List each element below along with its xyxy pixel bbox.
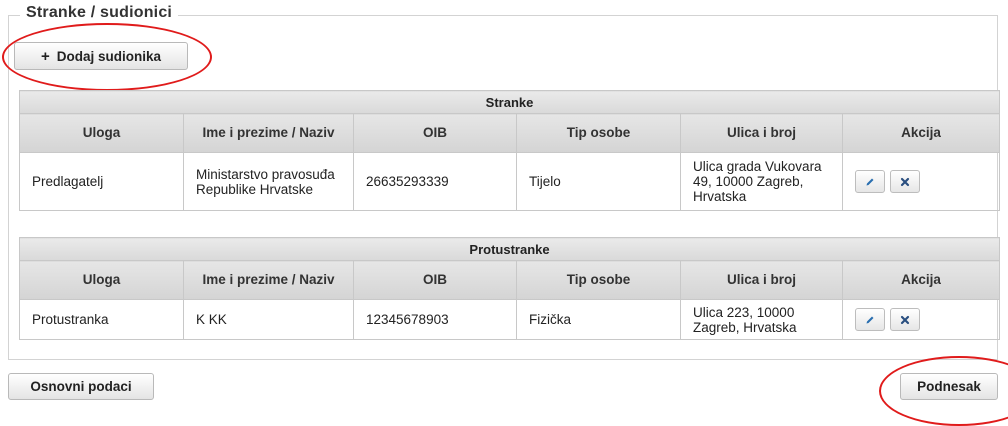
cell-oib: 26635293339	[353, 152, 517, 211]
cell-akcija	[841, 299, 1001, 340]
protustranke-title: Protustranke	[18, 237, 1001, 261]
pencil-icon	[866, 316, 874, 323]
cell-uloga: Protustranka	[19, 299, 184, 340]
edit-button[interactable]	[855, 308, 885, 331]
col-header-akcija: Akcija	[841, 260, 1001, 300]
submission-label: Podnesak	[917, 379, 981, 394]
cell-naziv: K KK	[183, 299, 354, 340]
table-row: Protustranka K KK 12345678903 Fizička Ul…	[19, 299, 1001, 340]
protustranke-header-row: Uloga Ime i prezime / Naziv OIB Tip osob…	[19, 260, 1001, 300]
cell-akcija	[841, 152, 1001, 211]
submission-button[interactable]: Podnesak	[900, 373, 998, 400]
col-header-naziv: Ime i prezime / Naziv	[183, 113, 354, 153]
protustranke-table: Protustranke Uloga Ime i prezime / Naziv…	[18, 237, 1001, 340]
cell-naziv: Ministarstvo pravosuđa Republike Hrvatsk…	[183, 152, 354, 211]
cell-tip: Fizička	[516, 299, 681, 340]
basic-data-label: Osnovni podaci	[30, 379, 132, 394]
section-legend: Stranke / sudionici	[20, 4, 179, 22]
cell-uloga: Predlagatelj	[19, 152, 184, 211]
table-row: Predlagatelj Ministarstvo pravosuđa Repu…	[19, 152, 1001, 211]
basic-data-button[interactable]: Osnovni podaci	[8, 373, 154, 400]
col-header-tip: Tip osobe	[516, 260, 681, 300]
add-participant-label: Dodaj sudionika	[56, 48, 162, 64]
cell-oib: 12345678903	[353, 299, 517, 340]
col-header-akcija: Akcija	[841, 113, 1001, 153]
delete-button[interactable]	[890, 308, 920, 331]
col-header-uloga: Uloga	[19, 113, 184, 153]
pencil-icon	[866, 178, 874, 185]
x-icon	[900, 315, 910, 324]
col-header-oib: OIB	[353, 113, 517, 153]
delete-button[interactable]	[890, 170, 920, 193]
stranke-header-row: Uloga Ime i prezime / Naziv OIB Tip osob…	[19, 113, 1001, 153]
col-header-oib: OIB	[353, 260, 517, 300]
col-header-adresa: Ulica i broj	[680, 260, 843, 300]
stranke-title: Stranke	[18, 90, 1001, 114]
stranke-table: Stranke Uloga Ime i prezime / Naziv OIB …	[18, 90, 1001, 211]
add-participant-button[interactable]: + Dodaj sudionika	[14, 42, 188, 70]
plus-icon: +	[40, 47, 50, 65]
cell-adresa: Ulica grada Vukovara 49, 10000 Zagreb, H…	[680, 152, 843, 211]
cell-adresa: Ulica 223, 10000 Zagreb, Hrvatska	[680, 299, 843, 340]
edit-button[interactable]	[855, 170, 885, 193]
x-icon	[900, 177, 910, 186]
col-header-naziv: Ime i prezime / Naziv	[183, 260, 354, 300]
cell-tip: Tijelo	[516, 152, 681, 211]
col-header-adresa: Ulica i broj	[680, 113, 843, 153]
col-header-tip: Tip osobe	[516, 113, 681, 153]
col-header-uloga: Uloga	[19, 260, 184, 300]
